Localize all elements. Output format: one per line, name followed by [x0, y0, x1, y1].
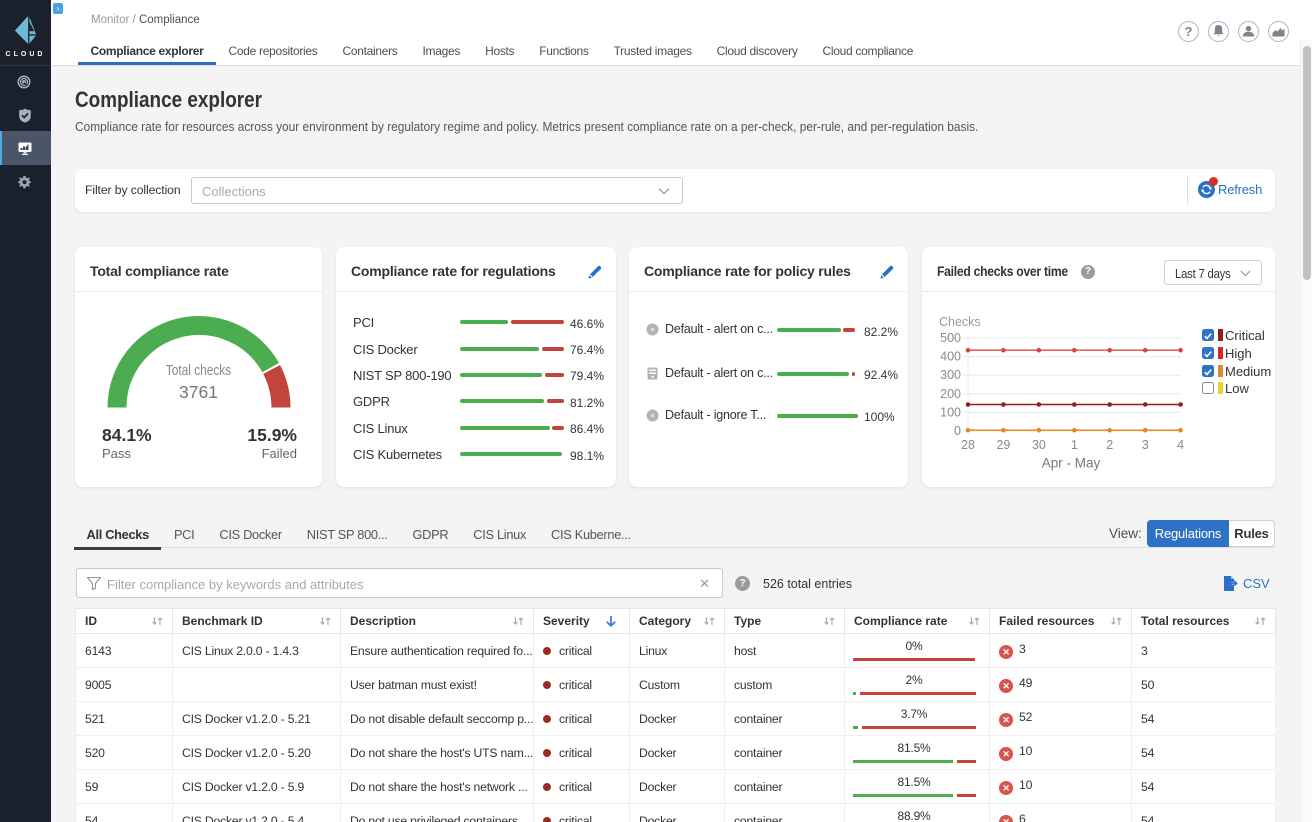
svg-text:500: 500: [940, 331, 961, 345]
svg-text:29: 29: [996, 438, 1010, 452]
svg-text:100: 100: [940, 405, 961, 419]
svg-text:4: 4: [1177, 438, 1184, 452]
svg-text:Apr - May: Apr - May: [1042, 456, 1101, 471]
svg-text:0: 0: [954, 424, 961, 438]
svg-text:30: 30: [1032, 438, 1046, 452]
svg-text:400: 400: [940, 350, 961, 364]
svg-text:200: 200: [940, 387, 961, 401]
svg-text:28: 28: [961, 438, 975, 452]
svg-text:3: 3: [1142, 438, 1149, 452]
svg-text:2: 2: [1106, 438, 1113, 452]
svg-text:Checks: Checks: [939, 315, 981, 329]
svg-text:1: 1: [1071, 438, 1078, 452]
svg-text:300: 300: [940, 368, 961, 382]
